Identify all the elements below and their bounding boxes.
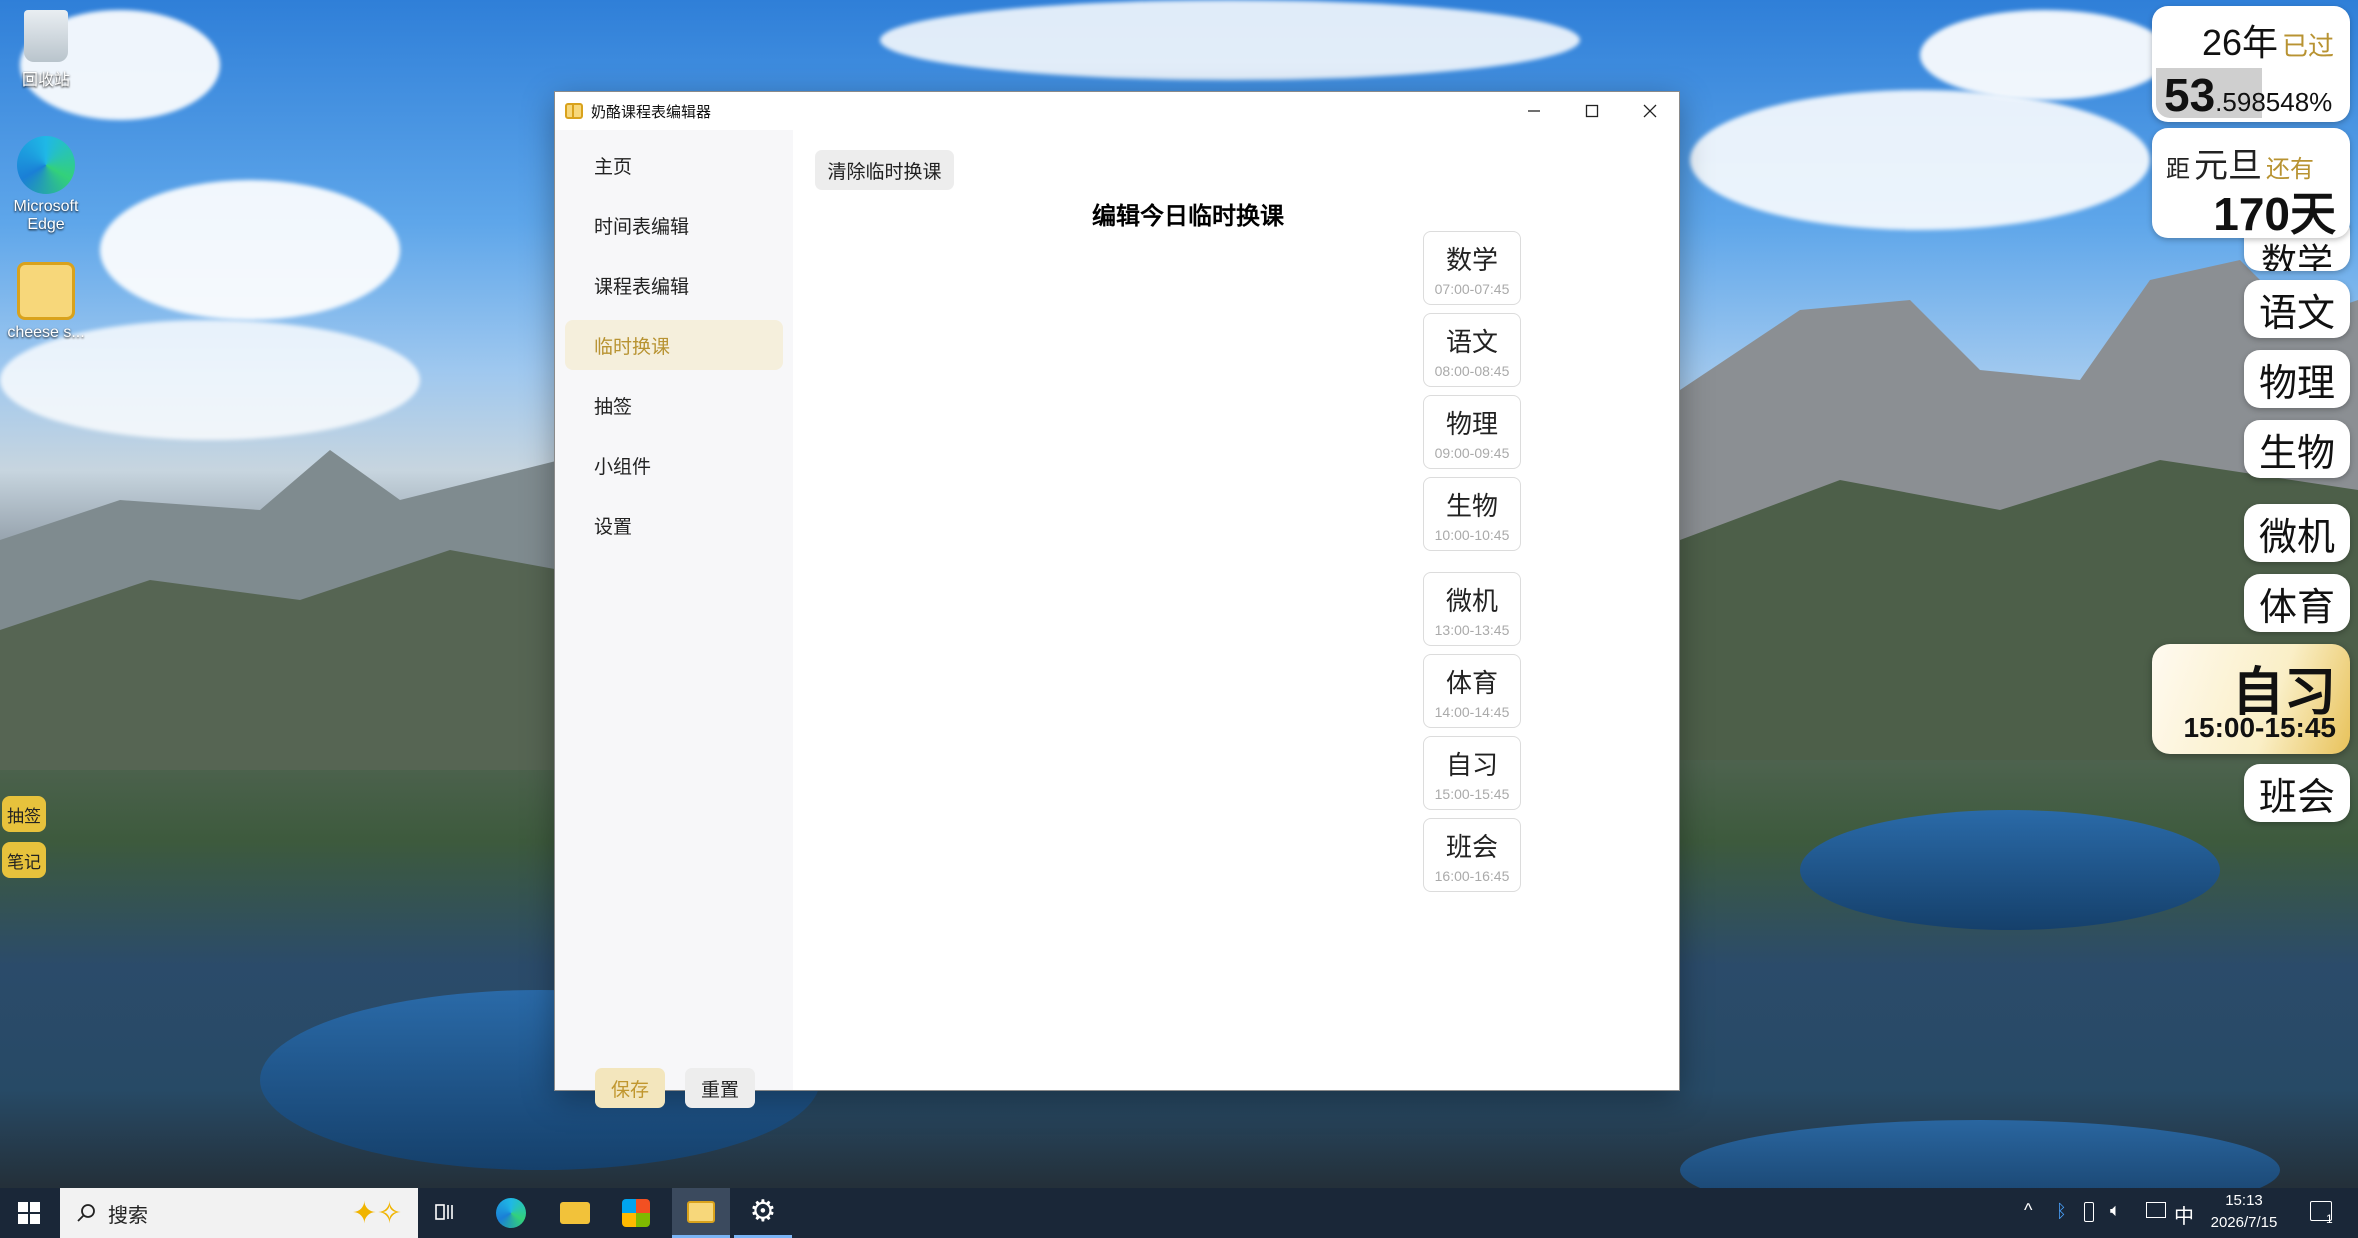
schedule-item-next: 班会: [2244, 764, 2350, 822]
clock-date[interactable]: 2026/7/15: [2196, 1214, 2292, 1231]
course-card[interactable]: 班会 16:00-16:45: [1423, 818, 1521, 892]
nav-item-widgets[interactable]: 小组件: [565, 440, 783, 490]
progress-int: 53: [2164, 69, 2216, 121]
minimize-button[interactable]: [1505, 92, 1563, 130]
course-name: 数学: [1445, 245, 1498, 275]
reset-button[interactable]: 重置: [685, 1068, 755, 1108]
course-time: 15:00-15:45: [1434, 786, 1510, 802]
desktop-icon-label: 回收站: [21, 72, 70, 89]
course-name: 生物: [1445, 491, 1498, 521]
course-name: 体育: [1445, 668, 1498, 698]
nav-item-draw[interactable]: 抽签: [565, 380, 783, 430]
course-name: 微机: [1445, 586, 1498, 616]
course-card[interactable]: 物理 09:00-09:45: [1423, 395, 1521, 469]
course-card[interactable]: 生物 10:00-10:45: [1423, 477, 1521, 551]
year-label: 26年: [2201, 22, 2278, 63]
course-time: 08:00-08:45: [1434, 363, 1510, 379]
clear-temp-swap-button[interactable]: 清除临时换课: [815, 150, 954, 190]
countdown-widget: 距元旦 还有 170天: [2152, 128, 2350, 240]
edge-taskbar-icon[interactable]: [496, 1198, 526, 1228]
main-content: 清除临时换课 编辑今日临时换课 数学 07:00-07:45 语文 08:00-…: [793, 130, 1679, 1090]
maximize-button[interactable]: [1563, 92, 1621, 130]
nav-item-home[interactable]: 主页: [565, 140, 783, 190]
start-button[interactable]: [0, 1188, 58, 1238]
cheese-taskbar-button[interactable]: [672, 1188, 730, 1238]
desktop-icon-cheese-schedule[interactable]: cheese s...: [0, 262, 92, 342]
editor-window: 奶酪课程表编辑器 主页 时间表编辑 课程表编辑 临时换课 抽签 小组件 设置 保…: [555, 92, 1679, 1108]
title-bar[interactable]: 奶酪课程表编辑器: [555, 92, 1679, 130]
sidebar: 主页 时间表编辑 课程表编辑 临时换课 抽签 小组件 设置 保存 重置: [555, 130, 793, 1108]
schedule-item: 体育: [2244, 574, 2350, 632]
close-button[interactable]: [1621, 92, 1679, 130]
minimize-icon: [1528, 110, 1540, 112]
save-button[interactable]: 保存: [595, 1068, 665, 1108]
maximize-icon: [1585, 104, 1599, 118]
course-time: 10:00-10:45: [1434, 527, 1510, 543]
task-view-icon: [435, 1204, 453, 1220]
close-icon: [1643, 104, 1657, 118]
battery-icon[interactable]: [2084, 1202, 2094, 1222]
ime-indicator[interactable]: 中: [2174, 1200, 2194, 1229]
course-time: 14:00-14:45: [1434, 704, 1510, 720]
recycle-bin-icon: [24, 10, 68, 62]
side-notes-button[interactable]: 笔记: [2, 842, 46, 878]
countdown-value: 170天: [2213, 188, 2336, 240]
current-class-widget: 自习 15:00-15:45: [2152, 644, 2350, 754]
app-icon: [565, 103, 583, 119]
course-card[interactable]: 自习 15:00-15:45: [1423, 736, 1521, 810]
course-name: 班会: [1445, 832, 1498, 862]
search-placeholder: 搜索: [108, 1204, 148, 1227]
course-time: 07:00-07:45: [1434, 281, 1510, 297]
window-title: 奶酪课程表编辑器: [591, 103, 712, 121]
nav-item-timetable-edit[interactable]: 时间表编辑: [565, 200, 783, 250]
desktop-icon-label: cheese s...: [7, 324, 85, 341]
notification-count: 1: [2326, 1212, 2333, 1226]
volume-icon[interactable]: 🔈︎: [2110, 1200, 2121, 1221]
course-time: 16:00-16:45: [1434, 868, 1510, 884]
desktop-icon-edge[interactable]: Microsoft Edge: [0, 136, 92, 234]
file-explorer-icon[interactable]: [560, 1202, 590, 1224]
year-progress-widget: 26年 已过 53.598548%: [2152, 6, 2350, 122]
desktop-icon-recycle-bin[interactable]: 回收站: [0, 10, 92, 90]
cheese-app-icon: [17, 262, 75, 320]
sparkle-icon: ✦✧: [351, 1196, 402, 1230]
windows-icon: [18, 1202, 40, 1224]
course-name: 物理: [1445, 409, 1498, 439]
bluetooth-icon[interactable]: ᛒ: [2056, 1201, 2067, 1222]
settings-taskbar-button[interactable]: ⚙: [734, 1188, 792, 1238]
schedule-item: 语文: [2244, 280, 2350, 338]
schedule-item: 物理: [2244, 350, 2350, 408]
course-card[interactable]: 体育 14:00-14:45: [1423, 654, 1521, 728]
schedule-item: 生物: [2244, 420, 2350, 478]
course-time: 09:00-09:45: [1434, 445, 1510, 461]
edge-icon: [17, 136, 75, 194]
nav-item-temp-swap[interactable]: 临时换课: [565, 320, 783, 370]
course-name: 自习: [1445, 750, 1498, 780]
store-icon[interactable]: [622, 1199, 650, 1227]
course-name: 语文: [1445, 327, 1498, 357]
gear-icon: ⚙: [749, 1195, 777, 1228]
schedule-item: 微机: [2244, 504, 2350, 562]
year-suffix: 已过: [2281, 31, 2334, 61]
clock-time[interactable]: 15:13: [2196, 1192, 2292, 1209]
page-title: 编辑今日临时换课: [1092, 203, 1284, 230]
chevron-up-icon[interactable]: ^: [2024, 1200, 2032, 1221]
taskbar: 搜索 ✦✧ ⚙ ^ ᛒ 🔈︎ 中 15:13 2026/7/15 1: [0, 1188, 2358, 1238]
current-class-time: 15:00-15:45: [2183, 712, 2336, 743]
countdown-prefix: 距: [2166, 156, 2190, 183]
side-draw-button[interactable]: 抽签: [2, 796, 46, 832]
progress-frac: .598548%: [2215, 87, 2333, 117]
cheese-app-icon: [687, 1200, 715, 1223]
desktop-icon-label: Microsoft Edge: [13, 198, 79, 233]
nav-item-settings[interactable]: 设置: [565, 500, 783, 550]
course-card[interactable]: 微机 13:00-13:45: [1423, 572, 1521, 646]
nav-item-schedule-edit[interactable]: 课程表编辑: [565, 260, 783, 310]
task-view-button[interactable]: [432, 1200, 458, 1226]
course-time: 13:00-13:45: [1434, 622, 1510, 638]
search-icon: [77, 1204, 95, 1222]
network-icon[interactable]: [2146, 1202, 2166, 1218]
course-card[interactable]: 语文 08:00-08:45: [1423, 313, 1521, 387]
course-card[interactable]: 数学 07:00-07:45: [1423, 231, 1521, 305]
taskbar-search[interactable]: 搜索 ✦✧: [60, 1188, 418, 1238]
